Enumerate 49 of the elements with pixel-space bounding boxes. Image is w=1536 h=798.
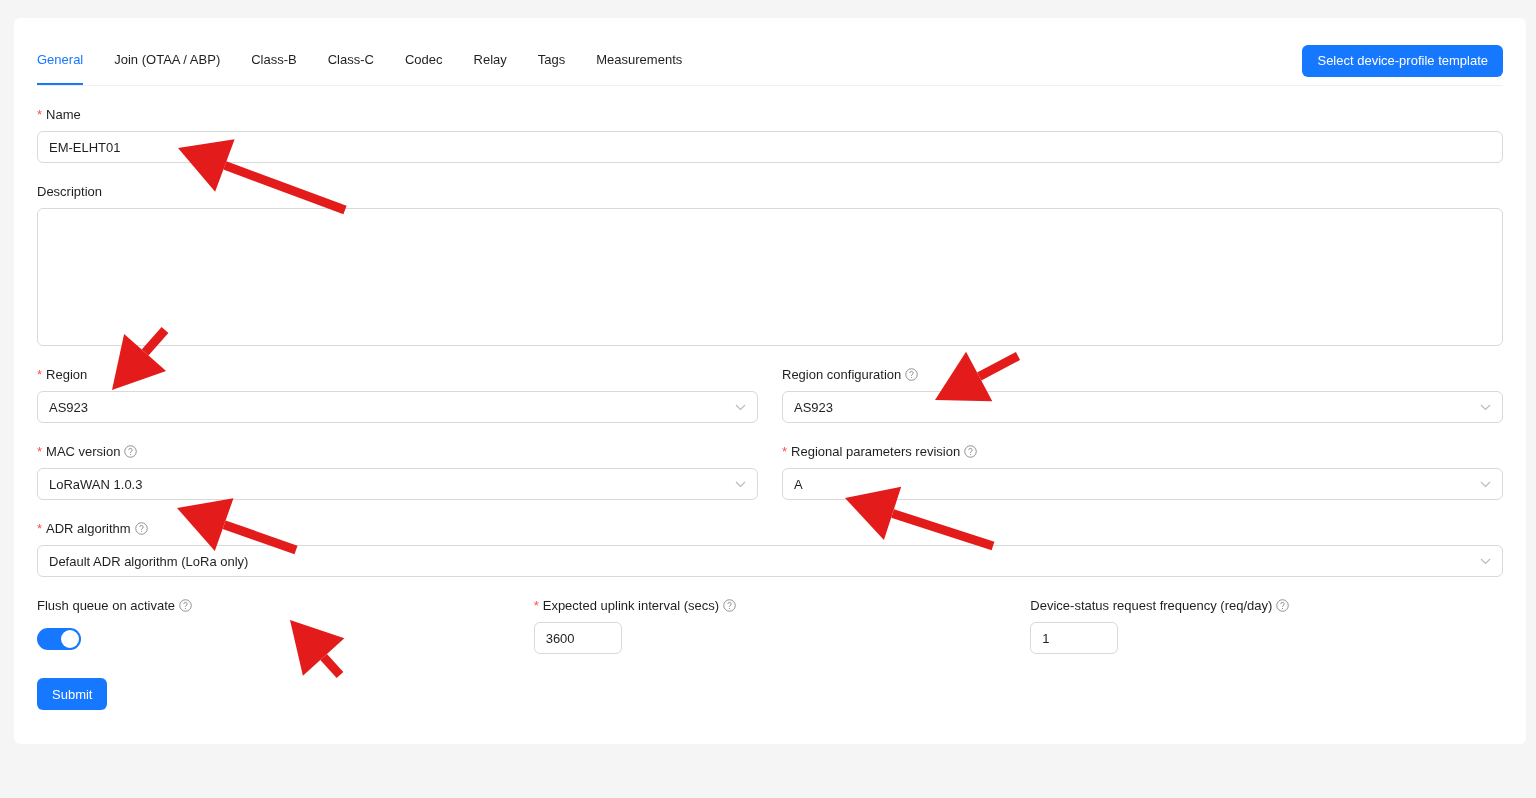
help-icon[interactable] [723,598,737,612]
tab[interactable]: Class-C [327,36,374,85]
help-icon[interactable] [179,598,193,612]
tab[interactable]: Codec [404,36,443,85]
caret-icon [735,480,746,488]
field-label: Name [46,106,81,122]
help-icon[interactable] [134,521,148,535]
required-mark: * [37,520,43,536]
field-label: Description [37,183,103,199]
field-label: MAC version [46,443,121,459]
name-input[interactable]: EM-ELHT01 [37,131,1503,163]
field-label: Flush queue on activate [37,597,176,613]
annotation-arrow [290,620,345,679]
required-mark: * [37,106,43,122]
select-field[interactable]: LoRaWAN 1.0.3 [37,468,758,500]
caret-icon [1480,480,1491,488]
required-mark: * [533,597,539,613]
select-field[interactable]: Default ADR algorithm (LoRa only) [37,545,1503,577]
tab[interactable]: Class-B [251,36,297,85]
tab[interactable]: Join (OTAA / ABP) [114,36,221,85]
help-icon[interactable] [124,444,138,458]
tab[interactable]: Relay [473,36,507,85]
tab[interactable]: Measurements [596,36,683,85]
submit-button[interactable]: Submit [37,678,108,710]
help-icon[interactable] [1276,598,1290,612]
annotation-arrow [112,327,169,390]
select-field[interactable]: AS923 [782,391,1503,423]
field-label: Region [46,366,88,382]
select-field[interactable]: A [782,468,1503,500]
field-label: Expected uplink interval (secs) [542,597,720,613]
number-input[interactable]: 3600 [533,622,622,654]
field-label: Device-status request frequency (req/day) [1030,597,1273,613]
tab[interactable]: General [37,36,84,85]
select-template-button[interactable]: Select device-profile template [1302,44,1503,77]
required-mark: * [37,443,43,459]
required-mark: * [37,366,43,382]
select-field[interactable]: AS923 [37,391,758,423]
toggle-switch[interactable] [37,628,81,650]
help-icon[interactable] [964,444,978,458]
field-label: Region configuration [782,366,902,382]
tab[interactable]: Tags [537,36,566,85]
caret-icon [1480,403,1491,411]
field-label: Regional parameters revision [791,443,961,459]
number-input[interactable]: 1 [1030,622,1119,654]
field-label: ADR algorithm [46,520,131,536]
help-icon[interactable] [905,367,919,381]
caret-icon [735,403,746,411]
caret-icon [1480,557,1491,565]
required-mark: * [782,443,788,459]
